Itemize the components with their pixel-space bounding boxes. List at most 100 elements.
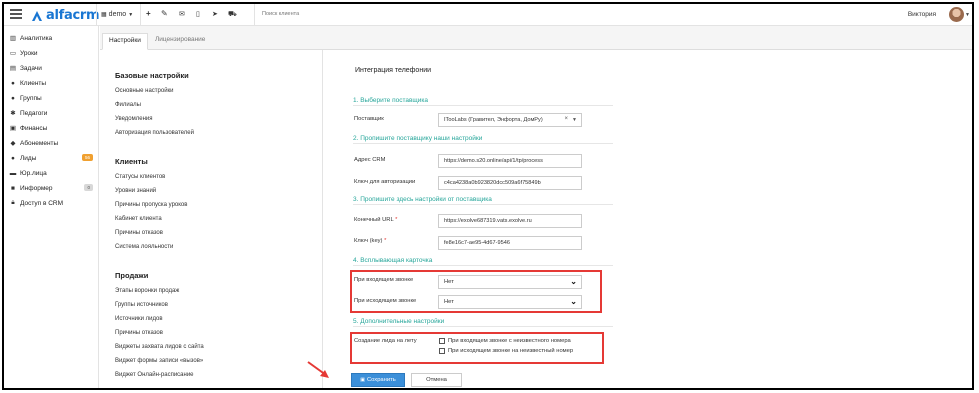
endpoint-url-label-text: Конечный URL: [354, 217, 394, 223]
cb-outgoing-row[interactable]: При исходящем звонке на неизвестный номе…: [439, 348, 573, 354]
pointer-arrow-icon: [307, 361, 329, 378]
save-button[interactable]: ▣ Сохранить: [351, 373, 405, 387]
plus-icon[interactable]: +: [146, 9, 151, 18]
search-input[interactable]: Поиск клиента: [262, 11, 299, 17]
logo[interactable]: alfacrm: [31, 8, 100, 23]
tab-settings[interactable]: Настройки: [102, 33, 148, 50]
wrench-icon[interactable]: ✎: [161, 9, 168, 18]
sidebar-item-finance[interactable]: ▣ Финансы: [9, 123, 97, 133]
settings-link[interactable]: Авторизация пользователей: [115, 130, 194, 136]
teacher-icon: ✱: [10, 110, 16, 117]
branch-selector[interactable]: ▦ demo ▼: [101, 11, 133, 18]
sidebar: ▥ Аналитика ▭ Уроки ▤ Задачи ● Клиенты ● Груп…: [4, 26, 99, 388]
clear-icon[interactable]: ×: [564, 116, 568, 122]
settings-link[interactable]: Уровни знаний: [115, 188, 156, 194]
endpoint-url-field[interactable]: https://exolve687319.vats.exolve.ru: [438, 214, 582, 228]
settings-link[interactable]: Причины пропуска уроков: [115, 202, 187, 208]
sidebar-item-subscriptions[interactable]: ◆ Абонементы: [9, 138, 97, 148]
menu-icon[interactable]: [10, 9, 22, 19]
sidebar-item-label: Лиды: [20, 154, 37, 162]
tab-licensing[interactable]: Лицензирование: [149, 33, 211, 50]
settings-group-title: Продажи: [115, 271, 149, 280]
settings-link[interactable]: Филиалы: [115, 102, 141, 108]
provider-select[interactable]: ITooLabs (Гравител, Энфорта, ДомРу) × ▼: [438, 113, 582, 127]
chevron-down-icon: ▼: [128, 11, 134, 18]
settings-link[interactable]: Этапы воронки продаж: [115, 288, 179, 294]
section-heading: 5. Дополнительные настройки: [353, 318, 613, 327]
sidebar-item-teachers[interactable]: ✱ Педагоги: [9, 108, 97, 118]
settings-link[interactable]: Причины отказов: [115, 230, 163, 236]
settings-link[interactable]: Статусы клиентов: [115, 174, 165, 180]
sidebar-item-crm-access[interactable]: 🔒︎ Доступ в CRM: [9, 198, 97, 208]
top-bar: alfacrm ▦ demo ▼ + ✎ ✉ ▯ ➤ ⛟ Поиск клиен…: [4, 4, 972, 26]
info-icon: ■: [11, 184, 15, 192]
telephony-settings-panel: Интеграция телефонии 1. Выберите поставщ…: [323, 50, 972, 388]
sidebar-item-lessons[interactable]: ▭ Уроки: [9, 48, 97, 58]
cancel-button[interactable]: Отмена: [411, 373, 462, 387]
incoming-unknown-checkbox[interactable]: [439, 338, 445, 344]
section-heading: 3. Пропишите здесь настройки от поставщи…: [353, 196, 613, 205]
provider-value: ITooLabs (Гравител, Энфорта, ДомРу): [444, 117, 543, 123]
divider: [254, 4, 255, 25]
sidebar-item-groups[interactable]: ● Группы: [9, 93, 97, 103]
settings-link[interactable]: Кабинет клиента: [115, 216, 162, 222]
crm-address-label: Адрес CRM: [354, 157, 386, 163]
cb-outgoing-label: При исходящем звонке на неизвестный номе…: [448, 348, 574, 354]
branch-icon: ▦: [101, 12, 107, 18]
sidebar-item-informer[interactable]: ■ Информер 0: [9, 183, 97, 193]
sidebar-item-label: Доступ в CRM: [20, 199, 64, 207]
telegram-icon[interactable]: ➤: [212, 10, 218, 18]
outgoing-unknown-checkbox[interactable]: [439, 348, 445, 354]
sidebar-item-legal-entities[interactable]: ▬ Юр.лица: [9, 168, 97, 178]
settings-link[interactable]: Виджет формы записи «вызов»: [115, 358, 203, 364]
sidebar-item-clients[interactable]: ● Клиенты: [9, 78, 97, 88]
sidebar-item-label: Группы: [20, 94, 42, 102]
outgoing-call-select[interactable]: Нет ⌄: [438, 295, 582, 309]
logo-text: alfacrm: [46, 8, 100, 23]
user-icon: ●: [11, 79, 15, 87]
sidebar-item-leads[interactable]: ● Лиды 56: [9, 153, 97, 163]
chevron-down-icon[interactable]: ▼: [965, 12, 970, 18]
settings-link[interactable]: Система лояльности: [115, 244, 173, 250]
save-label: Сохранить: [366, 377, 396, 383]
divider: [96, 4, 97, 25]
section-heading: 1. Выберите поставщика: [353, 97, 613, 106]
settings-link[interactable]: Основные настройки: [115, 88, 174, 94]
leads-count-badge: 56: [81, 154, 93, 161]
key-field[interactable]: fe8e16c7-ae95-4d67-9546: [438, 236, 582, 250]
chevron-down-icon: ⌄: [570, 297, 577, 306]
envelope-icon[interactable]: ✉: [179, 10, 185, 18]
calendar-icon: ▭: [9, 50, 17, 57]
required-mark: *: [384, 238, 387, 244]
cb-incoming-row[interactable]: При входящем звонке с неизвестного номер…: [439, 338, 571, 344]
crm-address-field[interactable]: https://demo.s20.online/api/1/tp/process: [438, 154, 582, 168]
sidebar-item-label: Финансы: [20, 124, 48, 132]
settings-link[interactable]: Виджеты захвата лидов с сайта: [115, 344, 204, 350]
users-icon: ●: [11, 94, 15, 102]
required-mark: *: [395, 217, 398, 223]
auth-key-field[interactable]: c4ca4238a0b923820dcc509a6f75849b: [438, 176, 582, 190]
phone-icon[interactable]: ▯: [196, 10, 200, 18]
user-name[interactable]: Виктория: [908, 11, 936, 18]
settings-nav: Базовые настройки Основные настройки Фил…: [100, 50, 322, 388]
building-icon: ▬: [9, 169, 17, 177]
settings-link[interactable]: Причины отказов: [115, 330, 163, 336]
settings-link[interactable]: Источники лидов: [115, 316, 163, 322]
settings-link[interactable]: Уведомления: [115, 116, 153, 122]
create-lead-label: Создание лида на лету: [354, 338, 417, 344]
incoming-call-select[interactable]: Нет ⌄: [438, 275, 582, 289]
settings-link[interactable]: Виджет Онлайн-расписание: [115, 372, 194, 378]
sidebar-item-analytics[interactable]: ▥ Аналитика: [9, 33, 97, 43]
auth-key-label: Ключ для авторизации: [354, 179, 416, 185]
settings-link[interactable]: Группы источников: [115, 302, 168, 308]
key-label: Ключ (key) *: [354, 238, 386, 244]
tag-icon: ◆: [10, 140, 16, 147]
cart-icon[interactable]: ⛟: [228, 10, 237, 19]
section-heading: 4. Всплывающая карточка: [353, 257, 613, 266]
chevron-down-icon[interactable]: ▼: [572, 117, 577, 123]
sidebar-item-tasks[interactable]: ▤ Задачи: [9, 63, 97, 73]
cb-incoming-label: При входящем звонке с неизвестного номер…: [448, 338, 571, 344]
tasks-icon: ▤: [9, 65, 17, 72]
sidebar-item-label: Юр.лица: [20, 169, 47, 177]
avatar[interactable]: [949, 7, 964, 22]
